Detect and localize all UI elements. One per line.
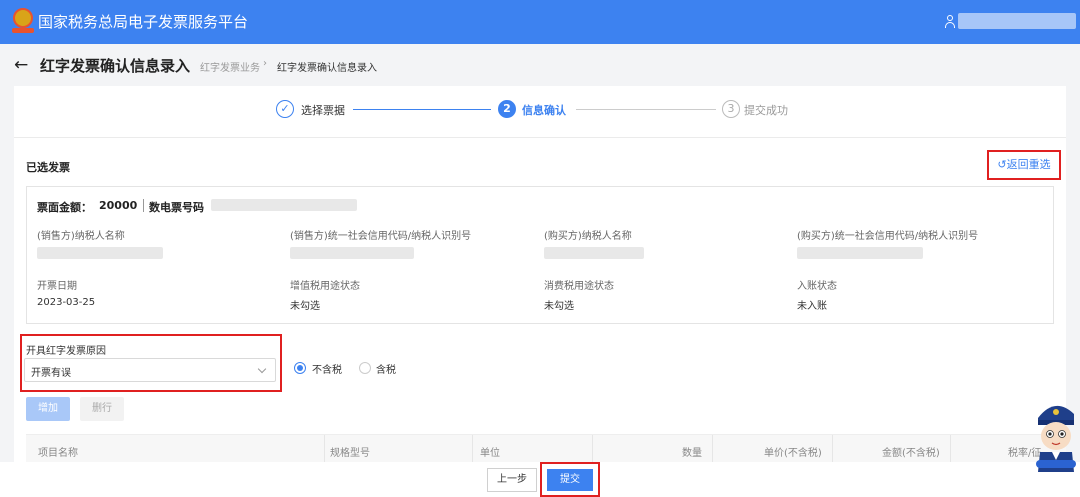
top-bar: 国家税务总局电子发票服务平台 (0, 0, 1080, 44)
column-divider (592, 435, 593, 462)
seller-name-value (37, 247, 163, 259)
reason-selected-value: 开票有误 (31, 368, 71, 379)
consumption-tax-status-value: 未勾选 (544, 301, 574, 312)
chevron-down-icon (257, 364, 267, 374)
back-arrow-icon[interactable]: ← (14, 55, 28, 75)
invoice-info-panel: 票面金额： 20000 数电票号码 (销售方)纳税人名称 (销售方)统一社会信用… (26, 186, 1054, 324)
column-header-amount: 金额(不含税) (882, 448, 940, 459)
buyer-tax-id-value (797, 247, 923, 259)
amount-value: 20000 (99, 199, 138, 212)
tax-emblem-icon (12, 8, 34, 34)
vat-status-value: 未勾选 (290, 301, 320, 312)
breadcrumb-item-red-invoice[interactable]: 红字发票业务 (200, 59, 260, 74)
field-label: 开票日期 (37, 281, 77, 292)
previous-step-button[interactable]: 上一步 (487, 468, 537, 492)
red-invoice-reason-field: 开具红字发票原因 开票有误 (20, 334, 282, 392)
issue-date-value: 2023-03-25 (37, 297, 96, 308)
submit-button[interactable]: 提交 (547, 469, 593, 491)
divider (143, 199, 144, 212)
step-2-label: 信息确认 (522, 104, 566, 117)
field-label: (购买方)统一社会信用代码/纳税人识别号 (797, 231, 979, 242)
step-2-number: 2 (498, 100, 516, 118)
submit-highlight: 提交 (540, 462, 600, 497)
step-1-check-icon: ✓ (276, 100, 294, 118)
page-header: ← 红字发票确认信息录入 红字发票业务 › 红字发票确认信息录入 (0, 44, 1080, 86)
invoice-number-value (211, 199, 357, 211)
section-title-selected-invoice: 已选发票 (26, 161, 70, 174)
seller-tax-id-value (290, 247, 414, 259)
step-connector (353, 109, 491, 110)
app-title: 国家税务总局电子发票服务平台 (38, 13, 249, 31)
field-label: 增值税用途状态 (290, 281, 360, 292)
breadcrumb-item-current: 红字发票确认信息录入 (277, 63, 377, 74)
step-1-label: 选择票据 (301, 104, 345, 117)
add-row-button[interactable]: 增加 (26, 397, 70, 421)
radio-label-tax-inclusive: 含税 (376, 365, 396, 376)
assistant-mascot-icon[interactable] (1030, 392, 1080, 472)
step-3-label: 提交成功 (744, 104, 788, 117)
reselect-link[interactable]: ↺返回重选 (987, 150, 1061, 180)
radio-tax-exclusive[interactable] (294, 362, 306, 374)
posting-status-value: 未入账 (797, 301, 827, 312)
invoice-number-label: 数电票号码 (149, 201, 204, 214)
breadcrumb-separator: › (263, 58, 267, 69)
column-divider (472, 435, 473, 462)
reason-select[interactable]: 开票有误 (24, 358, 276, 382)
radio-tax-inclusive[interactable] (359, 362, 371, 374)
column-divider (712, 435, 713, 462)
reason-label: 开具红字发票原因 (26, 346, 106, 357)
buyer-name-value (544, 247, 644, 259)
field-label: 消费税用途状态 (544, 281, 614, 292)
column-header-spec: 规格型号 (330, 448, 370, 459)
amount-label: 票面金额： (37, 201, 92, 214)
progress-steps: ✓ 选择票据 2 信息确认 3 提交成功 (14, 86, 1066, 138)
step-3-number: 3 (722, 100, 740, 118)
user-icon[interactable] (944, 15, 956, 29)
column-divider (324, 435, 325, 462)
column-header-item-name: 项目名称 (38, 448, 78, 459)
radio-label-tax-exclusive: 不含税 (312, 365, 342, 376)
column-header-quantity: 数量 (682, 448, 702, 459)
column-header-unit-price: 单价(不含税) (764, 448, 822, 459)
column-divider (832, 435, 833, 462)
field-label: (销售方)统一社会信用代码/纳税人识别号 (290, 231, 472, 242)
column-header-unit: 单位 (480, 448, 500, 459)
field-label: (购买方)纳税人名称 (544, 231, 632, 242)
footer-bar: 上一步 提交 (0, 462, 1080, 497)
column-divider (950, 435, 951, 462)
field-label: 入账状态 (797, 281, 837, 292)
user-name[interactable] (958, 13, 1076, 29)
main-card: ✓ 选择票据 2 信息确认 3 提交成功 已选发票 ↺返回重选 票面金额： 20… (14, 86, 1066, 462)
delete-row-button[interactable]: 删行 (80, 397, 124, 421)
field-label: (销售方)纳税人名称 (37, 231, 125, 242)
table-header: 项目名称 规格型号 单位 数量 单价(不含税) 金额(不含税) 税率/征 (26, 434, 1066, 462)
step-connector (576, 109, 716, 110)
page-title: 红字发票确认信息录入 (40, 57, 191, 75)
